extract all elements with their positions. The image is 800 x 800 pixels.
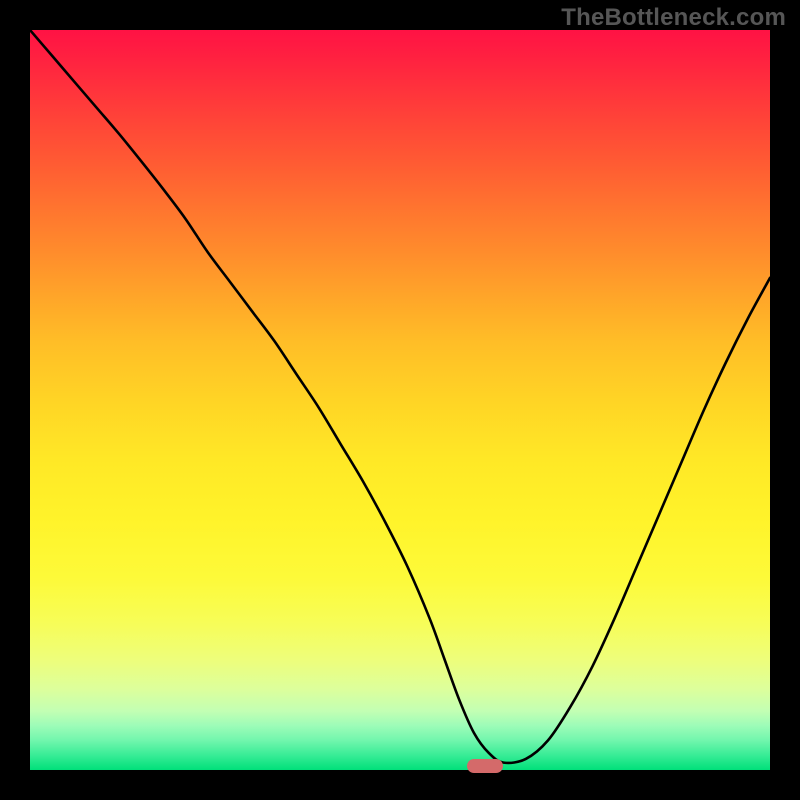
optimal-marker: [467, 759, 503, 773]
curve-svg: [30, 30, 770, 770]
watermark-text: TheBottleneck.com: [561, 4, 786, 32]
plot-area: [30, 30, 770, 770]
bottleneck-curve-path: [30, 30, 770, 763]
chart-frame: TheBottleneck.com: [0, 0, 800, 800]
